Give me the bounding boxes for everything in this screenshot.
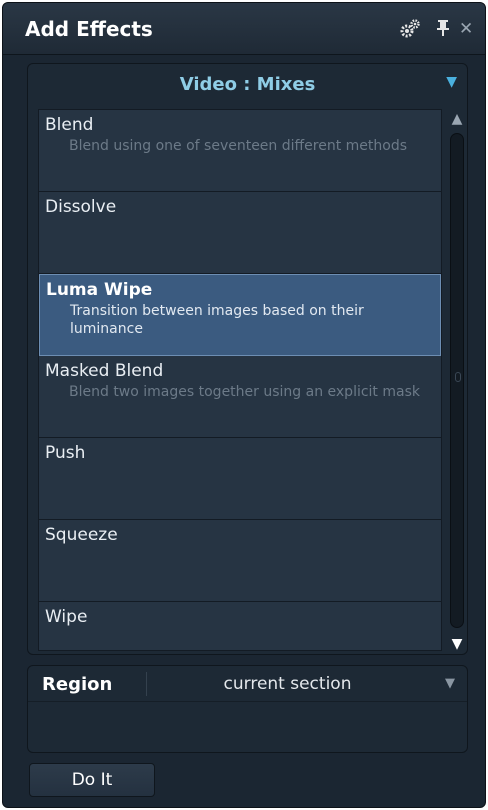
effect-name: Blend [45,115,94,135]
scroll-thumb[interactable] [455,372,461,382]
effect-name: Dissolve [45,197,117,217]
add-effects-panel: Add Effects ✕ Video : Mixes ▼ Blend Blen… [2,2,486,808]
scroll-down-icon[interactable]: ▼ [448,634,466,654]
list-item[interactable]: Wipe [39,602,441,650]
region-box: Region current section ▼ [27,665,468,753]
region-label: Region [42,674,113,695]
category-dropdown[interactable]: Video : Mixes ▼ [28,64,467,104]
chevron-down-icon[interactable]: ▼ [445,676,455,691]
divider [146,672,147,696]
do-it-button[interactable]: Do It [29,763,155,797]
list-item[interactable]: Dissolve [39,192,441,274]
effects-box: Video : Mixes ▼ Blend Blend using one of… [27,63,468,655]
region-value: current section [223,674,352,694]
chevron-down-icon[interactable]: ▼ [446,74,457,90]
effect-description: Blend two images together using an expli… [69,384,420,400]
category-dropdown-value: Video : Mixes [179,73,316,95]
effect-name: Push [45,443,86,463]
effect-description: Blend using one of seventeen different m… [69,138,408,154]
list-item[interactable]: Masked Blend Blend two images together u… [39,356,441,438]
title-bar: Add Effects ✕ [3,3,485,55]
list-item-selected[interactable]: Luma Wipe Transition between images base… [39,274,441,356]
list-item[interactable]: Blend Blend using one of seventeen diffe… [39,110,441,192]
close-icon[interactable]: ✕ [459,19,473,39]
panel-title: Add Effects [25,17,153,41]
region-dropdown[interactable]: Region current section ▼ [28,666,467,702]
list-item[interactable]: Squeeze [39,520,441,602]
effects-scrollbar[interactable]: ▲ ▼ [448,109,466,654]
effect-name: Masked Blend [45,361,164,381]
effect-name: Squeeze [45,525,118,545]
list-item[interactable]: Push [39,438,441,520]
effect-name: Luma Wipe [46,280,153,300]
scroll-track[interactable] [450,133,464,628]
effect-name: Wipe [45,607,88,627]
effect-description: Transition between images based on their… [70,303,364,337]
effects-list: Blend Blend using one of seventeen diffe… [38,109,442,651]
scroll-up-icon[interactable]: ▲ [448,109,466,129]
gears-icon[interactable] [399,19,421,44]
pin-icon[interactable] [437,19,449,42]
